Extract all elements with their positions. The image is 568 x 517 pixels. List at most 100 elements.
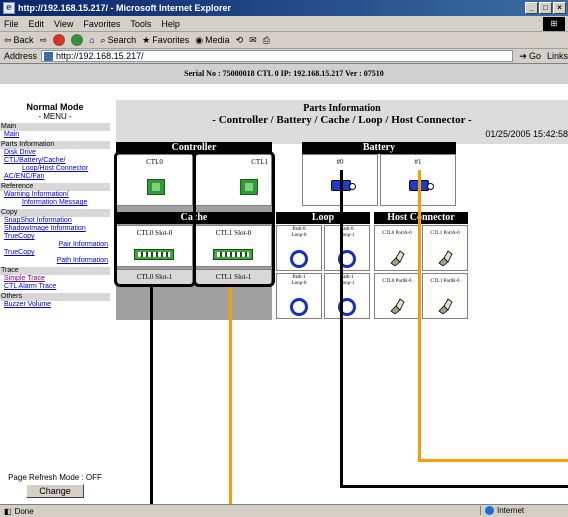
loop-path1-loop0-loop: Loop-0 (291, 281, 307, 286)
nav-section-others: Others (0, 293, 110, 301)
menu-help[interactable]: Help (161, 19, 180, 29)
page-done-icon: ◧ (4, 506, 12, 516)
nav-section-copy: Copy (0, 209, 110, 217)
loop-path1-loop0[interactable]: Path-1 Loop-0 (276, 273, 322, 319)
loop-path0-loop0[interactable]: Path-0 Loop-0 (276, 225, 322, 271)
nav-link-ctl-battery[interactable]: CTL/Battery/Cache/ (0, 157, 110, 165)
mail-icon: ✉ (249, 34, 257, 45)
address-label: Address (4, 51, 38, 61)
host-connector-header: Host Connector (374, 212, 468, 224)
nav-link-main[interactable]: Main (0, 131, 110, 139)
menu-view[interactable]: View (54, 19, 73, 29)
forward-arrow-icon: ⇨ (39, 34, 48, 45)
back-arrow-icon: ⇦ (4, 34, 12, 45)
status-bar: ◧ Done Internet (0, 504, 568, 517)
status-zone-text: Internet (497, 506, 525, 515)
nav-section-trace: Trace (0, 267, 110, 275)
back-button[interactable]: ⇦ Back (4, 35, 34, 46)
connector-plug-icon (438, 250, 453, 266)
loop-ring-icon (290, 250, 308, 268)
battery1-cable-line-h (418, 459, 568, 462)
nav-link-simple-trace[interactable]: Simple Trace (0, 275, 110, 283)
nav-link-ctl-alarm-trace[interactable]: CTL Alarm Trace (0, 283, 110, 291)
nav-link-ac-enc-fan[interactable]: AC/ENC/Fan (0, 173, 110, 181)
loop-path0-loop1[interactable]: Path-0 Loop-1 (324, 225, 370, 271)
internet-globe-icon (485, 506, 494, 515)
go-arrow-icon: ➔ (519, 50, 527, 61)
battery-1-label: #1 (414, 158, 422, 166)
refresh-button[interactable] (71, 34, 84, 46)
battery0-cable-line-h (340, 485, 568, 488)
stop-button[interactable] (53, 34, 66, 46)
change-button[interactable]: Change (26, 484, 84, 498)
ctl1-highlight-frame (193, 151, 275, 287)
nav-link-shadowimage[interactable]: ShadowImage Information (0, 225, 110, 233)
host-ctl1-porta0[interactable]: CTL1 PortA-0 (422, 225, 468, 271)
menu-favorites[interactable]: Favorites (83, 19, 120, 29)
maximize-icon[interactable]: □ (539, 2, 552, 14)
close-icon[interactable]: × (553, 2, 566, 14)
menubar: File Edit View Favorites Tools Help ⊞ (0, 16, 568, 32)
loop-path1-loop0-path: Path-1 (292, 275, 306, 280)
history-button[interactable]: ⟲ (236, 35, 244, 46)
back-label: Back (13, 35, 34, 45)
parts-title-box: Parts Information - Controller / Battery… (116, 100, 568, 144)
nav-link-path-info[interactable]: Path Information (0, 257, 110, 265)
nav-link-loop-host[interactable]: Loop/Host Connector (0, 165, 110, 173)
page-icon (44, 51, 54, 61)
print-icon: ⎙ (262, 34, 270, 45)
search-icon: ⌕ (100, 34, 106, 45)
host-ctl0-porta0[interactable]: CTL0 PortA-0 (374, 225, 420, 271)
loop-path0-loop0-path: Path-0 (292, 227, 306, 232)
loop-header: Loop (276, 212, 370, 224)
nav-link-truecopy-pair[interactable]: TrueCopy (0, 233, 110, 241)
favorites-icon: ★ (142, 34, 151, 45)
toolbar: ⇦ Back ⇨ ⌂ ⌕ Search ★ Favorites ◉ Media … (0, 32, 568, 49)
nav-link-pair-info[interactable]: Pair Information (0, 241, 110, 249)
nav-link-warning-info[interactable]: Warning Information/ (0, 191, 110, 199)
mail-button[interactable]: ✉ (249, 35, 257, 46)
nav-section-main: Main (0, 123, 110, 131)
forward-button[interactable]: ⇨ (40, 35, 48, 46)
address-input[interactable]: http://192.168.15.217/ (41, 50, 514, 62)
menu-tools[interactable]: Tools (130, 19, 151, 29)
nav-link-snapshot[interactable]: SnapShot Information (0, 217, 110, 225)
menu-file[interactable]: File (4, 19, 19, 29)
host-ctl1-portb0[interactable]: CTL1 PortB-0 (422, 273, 468, 319)
menu-edit[interactable]: Edit (29, 19, 45, 29)
ctl0-highlight-frame (114, 151, 196, 287)
links-button[interactable]: Links (547, 51, 568, 61)
left-nav: Normal Mode - MENU - Main Main Parts Inf… (0, 98, 110, 504)
connector-plug-icon (390, 250, 405, 266)
menu-title: - MENU - (38, 112, 72, 121)
address-bar: Address http://192.168.15.217/ ➔ Go Link… (0, 49, 568, 64)
favorites-button[interactable]: ★ Favorites (142, 35, 189, 46)
host-ctl0-portb0[interactable]: CTL0 PortB-0 (374, 273, 420, 319)
print-button[interactable]: ⎙ (263, 35, 270, 46)
window-title: http://192.168.15.217/ - Microsoft Inter… (18, 3, 232, 13)
media-button[interactable]: ◉ Media (195, 35, 229, 46)
window-controls: _ □ × (525, 2, 566, 14)
search-button[interactable]: ⌕ Search (101, 35, 137, 46)
loop-path0-loop0-loop: Loop-0 (291, 233, 307, 238)
refresh-icon (71, 34, 84, 46)
battery-header: Battery (302, 142, 456, 154)
nav-link-truecopy-path[interactable]: TrueCopy (0, 249, 110, 257)
nav-link-info-message[interactable]: Information Message (0, 199, 110, 207)
refresh-mode-label: Page Refresh Mode : OFF (8, 473, 102, 482)
ctl0-cable-line (150, 287, 153, 504)
battery1-cable-line (418, 170, 421, 462)
history-icon: ⟲ (235, 34, 244, 45)
minimize-icon[interactable]: _ (525, 2, 538, 14)
nav-section-parts: Parts Information (0, 141, 110, 149)
nav-link-buzzer[interactable]: Buzzer Volume (0, 301, 110, 309)
loop-path0-loop1-path: Path-0 (340, 227, 354, 232)
serial-info: Serial No : 75000018 CTL 0 IP: 192.168.1… (0, 64, 568, 84)
parts-title: Parts Information (303, 103, 381, 114)
home-button[interactable]: ⌂ (89, 35, 94, 45)
status-left-text: Done (14, 506, 34, 516)
nav-link-disk-drive[interactable]: Disk Drive (0, 149, 110, 157)
loop-path1-loop1[interactable]: Path-1 Loop-1 (324, 273, 370, 319)
connector-plug-icon (438, 298, 453, 314)
go-button[interactable]: ➔ Go (519, 51, 541, 62)
